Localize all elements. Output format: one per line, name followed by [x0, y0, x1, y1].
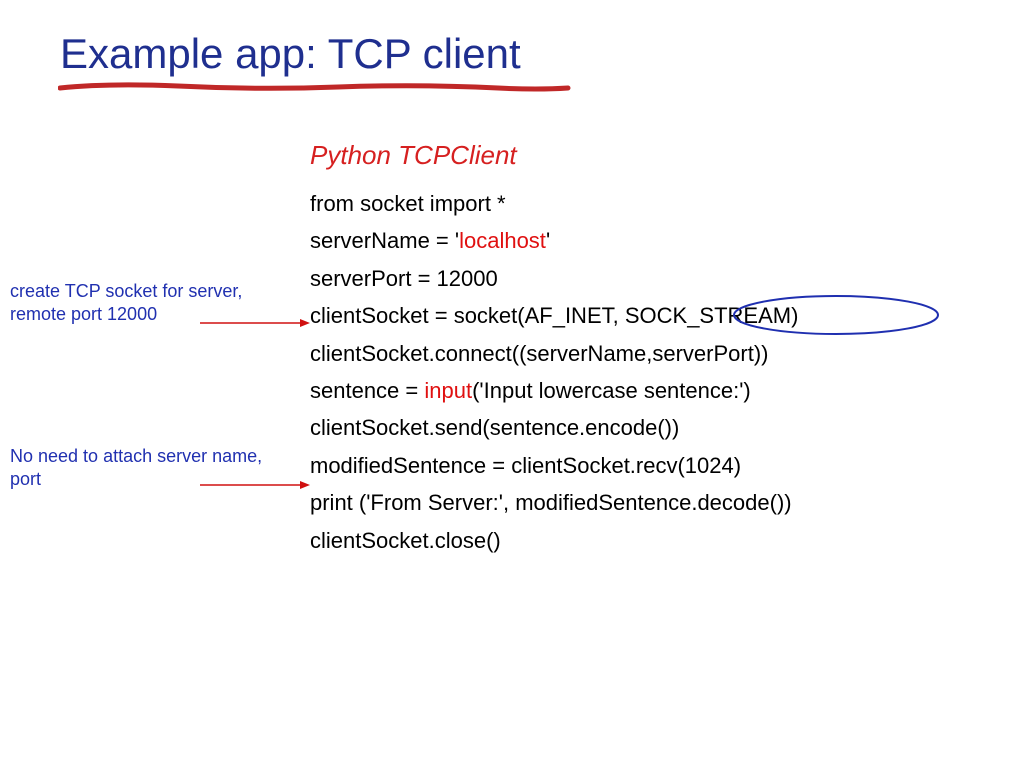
arrow-to-socket-line: [200, 316, 312, 330]
code-line-1: from socket import *: [310, 185, 798, 222]
code-block: from socket import * serverName = 'local…: [310, 185, 798, 559]
code-line-7: clientSocket.send(sentence.encode()): [310, 409, 798, 446]
arrow-to-send-line: [200, 478, 312, 492]
code-subtitle: Python TCPClient: [310, 140, 517, 171]
highlighted-localhost: localhost: [459, 228, 546, 253]
slide-title: Example app: TCP client: [60, 30, 521, 78]
highlighted-input: input: [424, 378, 472, 403]
sock-stream-circle: [726, 290, 946, 340]
code-line-5: clientSocket.connect((serverName,serverP…: [310, 335, 798, 372]
title-underline: [58, 80, 578, 98]
code-line-2: serverName = 'localhost': [310, 222, 798, 259]
code-line-6: sentence = input('Input lowercase senten…: [310, 372, 798, 409]
code-line-10: clientSocket.close(): [310, 522, 798, 559]
code-line-9: print ('From Server:', modifiedSentence.…: [310, 484, 798, 521]
code-line-8: modifiedSentence = clientSocket.recv(102…: [310, 447, 798, 484]
